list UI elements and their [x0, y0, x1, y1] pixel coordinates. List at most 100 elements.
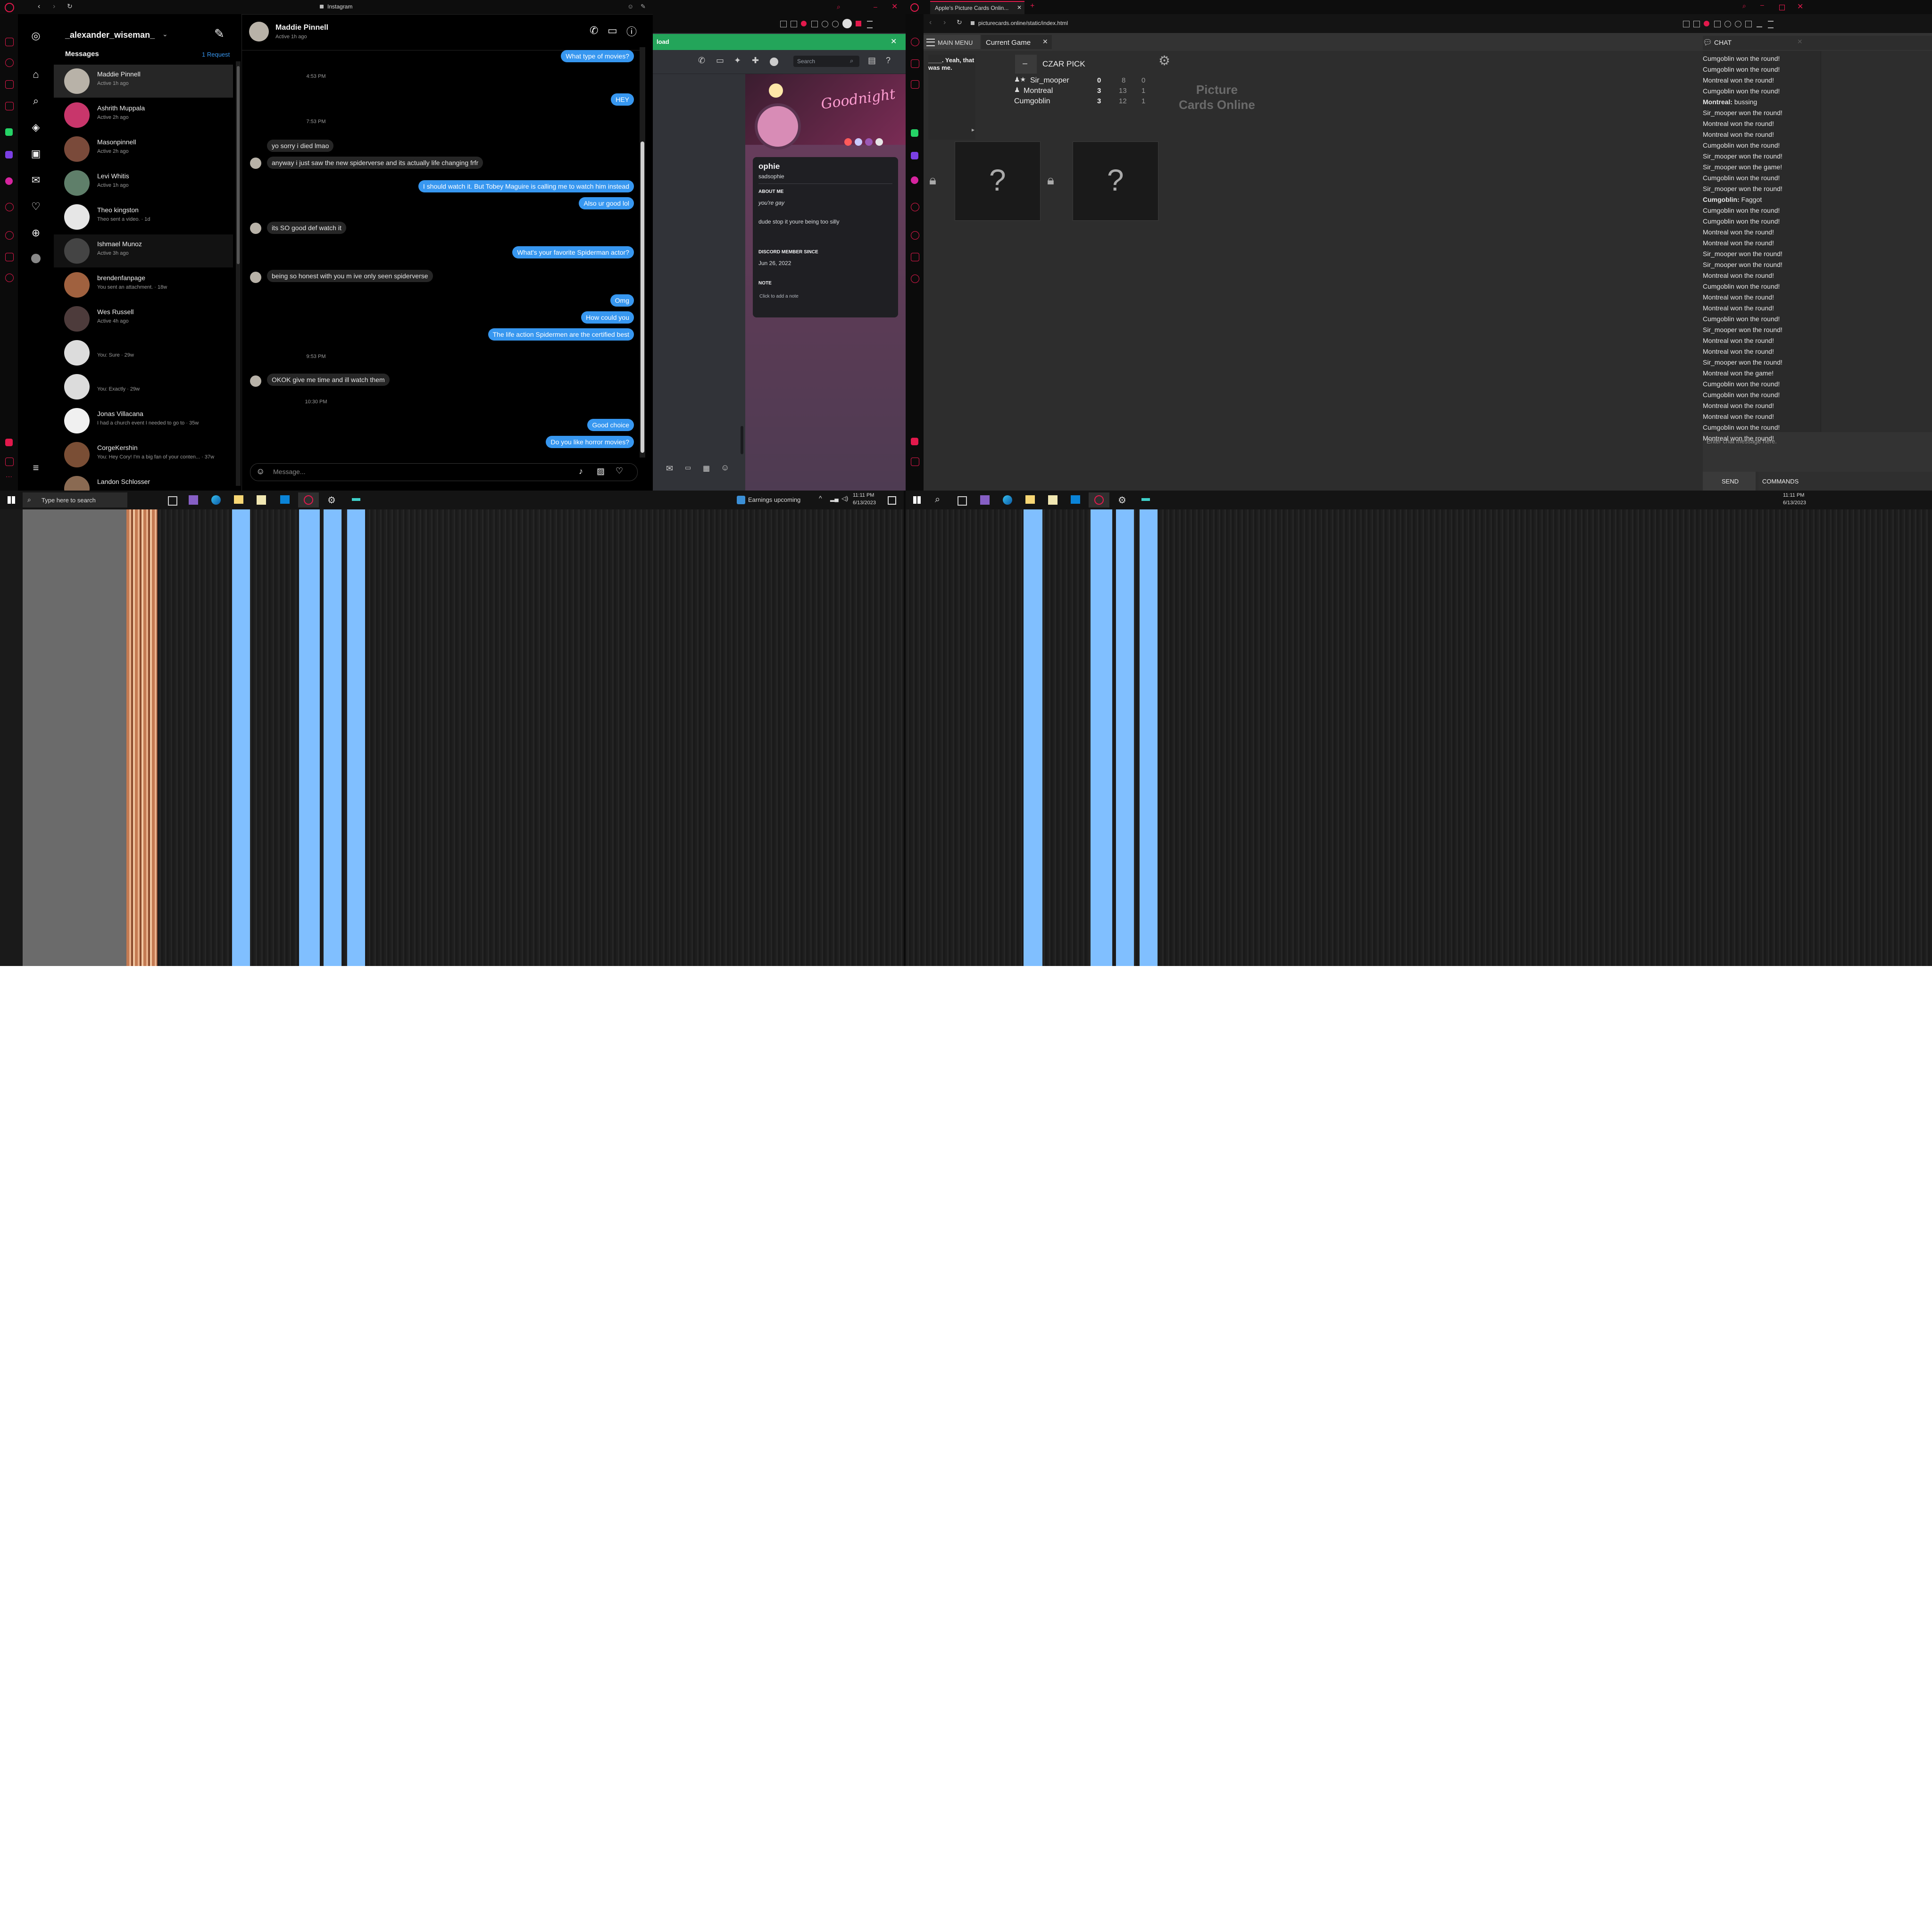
chat-avatar[interactable] [249, 22, 269, 42]
search-icon[interactable]: ⌕ [850, 57, 853, 65]
toolbar-icon[interactable] [832, 21, 839, 27]
lock-icon[interactable]: 🔒︎ [929, 173, 936, 188]
info-icon[interactable]: ⓘ [626, 24, 637, 39]
search-icon[interactable]: ⌕ [935, 494, 940, 505]
toolbar-icon[interactable] [811, 21, 818, 27]
gift-icon[interactable]: ✉ [666, 464, 673, 474]
toolbar-icon[interactable] [1704, 21, 1709, 26]
opera-sidebar-icon[interactable] [911, 275, 919, 283]
restore-icon[interactable] [1779, 5, 1785, 10]
toolbar-icon[interactable] [856, 21, 861, 26]
nav-forward-icon[interactable]: › [943, 18, 946, 27]
opera-gx-icon[interactable] [1089, 492, 1109, 508]
white-card[interactable]: 🔒︎ ? [1041, 142, 1158, 221]
close-icon[interactable]: ✕ [891, 37, 897, 46]
opera-sidebar-icon[interactable] [5, 38, 14, 46]
opera-sidebar-icon[interactable] [911, 253, 919, 261]
opera-sidebar-icon[interactable] [911, 203, 919, 211]
profile-avatar[interactable] [755, 103, 801, 150]
settings-icon[interactable]: ⚙ [327, 494, 336, 506]
help-icon[interactable]: ? [886, 56, 891, 66]
search-box[interactable]: Search ⌕ [793, 56, 859, 67]
close-icon[interactable]: ✕ [1797, 38, 1803, 46]
chat-name[interactable]: Maddie Pinnell [275, 24, 328, 32]
add-friend-icon[interactable]: ✚ [752, 56, 759, 66]
toolbar-icon[interactable] [1745, 21, 1752, 27]
mail-icon[interactable] [1071, 495, 1080, 504]
minimize-icon[interactable]: – [1760, 1, 1764, 8]
news-widget[interactable]: Earnings upcoming [736, 494, 816, 506]
conversation-row[interactable]: Landon Schlosser [54, 472, 233, 491]
settings-icon[interactable]: ⚙ [1158, 53, 1170, 68]
instagram-sidebar-icon[interactable] [911, 176, 918, 184]
send-button[interactable]: SEND [1703, 472, 1756, 491]
nav-back-icon[interactable]: ‹ [929, 18, 932, 27]
search-icon[interactable]: ⌕ [1742, 2, 1746, 10]
tray-chevron-icon[interactable]: ^ [819, 494, 822, 502]
video-icon[interactable]: ▭ [716, 56, 724, 66]
message-scrollbar[interactable] [741, 426, 743, 454]
task-view-icon[interactable] [958, 496, 967, 506]
menu-icon[interactable] [867, 21, 873, 28]
commands-button[interactable]: COMMANDS [1758, 472, 1932, 491]
opera-sidebar-icon[interactable] [911, 231, 919, 240]
toolbar-icon[interactable] [1693, 21, 1700, 27]
phone-icon[interactable]: ✆ [590, 25, 598, 37]
card-face[interactable]: ? [1073, 142, 1158, 221]
start-icon[interactable] [913, 496, 921, 504]
account-username[interactable]: _alexander_wiseman_ [65, 30, 155, 40]
toolbar-icon[interactable] [791, 21, 797, 27]
close-icon[interactable]: ✕ [891, 2, 898, 11]
toolbar-icons[interactable] [1683, 19, 1787, 28]
microphone-icon[interactable]: ♪ [579, 466, 583, 476]
network-icon[interactable]: ▂▄ [830, 495, 839, 502]
visual-studio-icon[interactable] [189, 495, 198, 505]
call-icon[interactable]: ✆ [698, 56, 705, 66]
toolbar-icon[interactable] [801, 21, 807, 26]
file-explorer-icon[interactable] [234, 495, 243, 504]
close-icon[interactable]: ✕ [1797, 2, 1803, 11]
lock-icon[interactable]: 🔒︎ [1047, 173, 1054, 188]
minimize-icon[interactable]: – [874, 3, 877, 10]
start-icon[interactable] [8, 496, 15, 504]
emoji-icon[interactable]: ☺ [721, 463, 729, 473]
chevron-down-icon[interactable]: ⌄ [162, 30, 168, 38]
opera-sidebar-icon[interactable] [5, 458, 14, 466]
new-tab-icon[interactable]: + [1030, 2, 1034, 10]
chat-tab-label[interactable]: CHAT [1714, 39, 1732, 46]
reload-icon[interactable]: ↻ [957, 18, 962, 26]
white-card[interactable]: 🔒︎ ? [924, 142, 1041, 221]
chat-scrollbar-thumb[interactable] [641, 142, 644, 453]
extensions-icon[interactable]: ☺ [627, 3, 633, 10]
opera-sidebar-icon[interactable] [911, 438, 918, 445]
clock-date[interactable]: 6/13/2023 [853, 500, 876, 506]
pin-icon[interactable]: ✦ [734, 56, 741, 66]
search-icon[interactable]: ⌕ [837, 3, 841, 11]
reload-icon[interactable]: ↻ [67, 2, 73, 10]
toolbar-icon[interactable] [1683, 21, 1690, 27]
message-input[interactable]: Message... [273, 468, 305, 475]
close-icon[interactable]: ✕ [1017, 4, 1022, 11]
notifications-icon[interactable] [888, 496, 896, 505]
opera-gx-icon[interactable] [298, 492, 319, 508]
card-face[interactable]: ? [955, 142, 1041, 221]
instagram-logo-icon[interactable]: ◎ [29, 29, 42, 42]
settings-icon[interactable]: ⚙ [1118, 494, 1126, 506]
nav-back-icon[interactable]: ‹ [38, 2, 40, 11]
opera-sidebar-icon[interactable] [911, 38, 919, 46]
visual-studio-icon[interactable] [980, 495, 990, 505]
inbox-icon[interactable]: ▤ [868, 56, 876, 66]
more-icon[interactable]: ⋯ [6, 473, 12, 481]
opera-logo-icon[interactable] [5, 3, 14, 12]
volume-icon[interactable]: ◁) [841, 495, 848, 502]
toolbar-icon[interactable] [822, 21, 828, 27]
opera-sidebar-icon[interactable] [911, 59, 919, 68]
opera-sidebar-icon[interactable] [911, 458, 919, 466]
task-view-icon[interactable] [168, 496, 177, 506]
gif-icon[interactable]: ▭ [685, 464, 691, 472]
download-icon[interactable] [1757, 20, 1762, 27]
toolbar-icon[interactable] [780, 21, 787, 27]
profile-avatar[interactable] [842, 19, 852, 28]
taskbar-search-input[interactable]: Type here to search [42, 497, 96, 504]
close-icon[interactable]: ✕ [1042, 38, 1048, 46]
